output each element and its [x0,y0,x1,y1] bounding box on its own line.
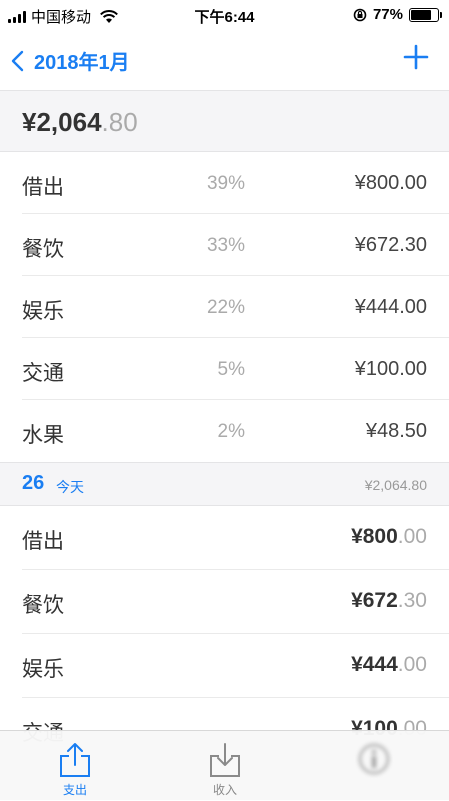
summary-row[interactable]: 交通 5% ¥100.00 [0,338,449,400]
entry-amount-whole: ¥672 [351,589,398,612]
entry-row[interactable]: 餐饮 ¥672.30 [0,570,449,634]
entry-category: 借出 [22,530,64,553]
share-upload-icon [60,743,90,777]
entry-amount: ¥672.30 [351,589,427,613]
tab-info[interactable] [299,731,449,801]
summary-category: 餐饮 [22,238,64,261]
summary-category: 借出 [22,176,64,199]
summary-amount: ¥672.30 [354,234,427,256]
day-total: ¥2,064.80 [364,477,427,493]
total-cents: .80 [101,107,138,137]
tab-expense[interactable]: 支出 [0,731,150,801]
entry-category: 娱乐 [22,658,64,681]
entry-amount: ¥444.00 [351,653,427,677]
summary-percent: 2% [217,421,245,442]
nav-bar: 2018年1月 [0,30,449,90]
day-header: 26 今天 ¥2,064.80 [0,462,449,506]
category-summary-list: 借出 39% ¥800.00 餐饮 33% ¥672.30 娱乐 22% ¥44… [0,152,449,462]
day-number: 26 [22,472,45,494]
summary-amount: ¥48.50 [365,420,427,442]
entry-amount-decimal: .00 [397,525,427,548]
tab-income[interactable]: 收入 [150,731,300,801]
total-whole: ¥2,064 [22,107,102,137]
battery-percent: 77% [372,6,403,23]
summary-row[interactable]: 借出 39% ¥800.00 [0,152,449,214]
summary-amount: ¥100.00 [354,358,427,380]
summary-percent: 22% [206,297,245,318]
summary-percent: 33% [206,235,245,256]
entry-amount-decimal: .30 [397,589,427,612]
summary-percent: 5% [217,359,245,380]
summary-row[interactable]: 餐饮 33% ¥672.30 [0,214,449,276]
summary-percent: 39% [206,173,245,194]
summary-row[interactable]: 娱乐 22% ¥444.00 [0,276,449,338]
tab-label: 支出 [62,783,87,797]
tab-label: 收入 [212,783,237,797]
summary-category: 娱乐 [22,300,64,323]
status-right: 77% [353,6,442,23]
battery-icon [409,7,442,22]
summary-category: 水果 [22,424,64,447]
battery-fill [411,9,432,20]
rotation-lock-icon [353,8,367,21]
tab-bar: 支出 收入 [0,730,449,800]
summary-row[interactable]: 水果 2% ¥48.50 [0,400,449,462]
entry-amount: ¥800.00 [351,525,427,549]
entry-category: 餐饮 [22,594,64,617]
summary-category: 交通 [22,362,64,385]
entry-amount-decimal: .00 [397,653,427,676]
status-bar: 中国移动 下午6:44 77% [0,0,449,30]
total-bar: ¥2,064.80 [0,90,449,152]
download-tray-icon [210,743,240,777]
summary-amount: ¥800.00 [354,172,427,194]
plus-icon[interactable] [403,44,429,70]
entry-row[interactable]: 借出 ¥800.00 [0,506,449,570]
entry-amount-whole: ¥800 [351,525,398,548]
chevron-left-icon [11,50,24,71]
day-label: 今天 [56,479,84,495]
summary-amount: ¥444.00 [354,296,427,318]
back-button[interactable]: 2018年1月 [10,46,130,75]
back-label: 2018年1月 [34,52,130,74]
entry-row[interactable]: 娱乐 ¥444.00 [0,634,449,698]
entry-list: 借出 ¥800.00 餐饮 ¥672.30 娱乐 ¥444.00 交通 ¥100… [0,506,449,762]
total-amount: ¥2,064.80 [22,107,138,138]
entry-amount-whole: ¥444 [351,653,398,676]
info-icon [359,744,389,774]
